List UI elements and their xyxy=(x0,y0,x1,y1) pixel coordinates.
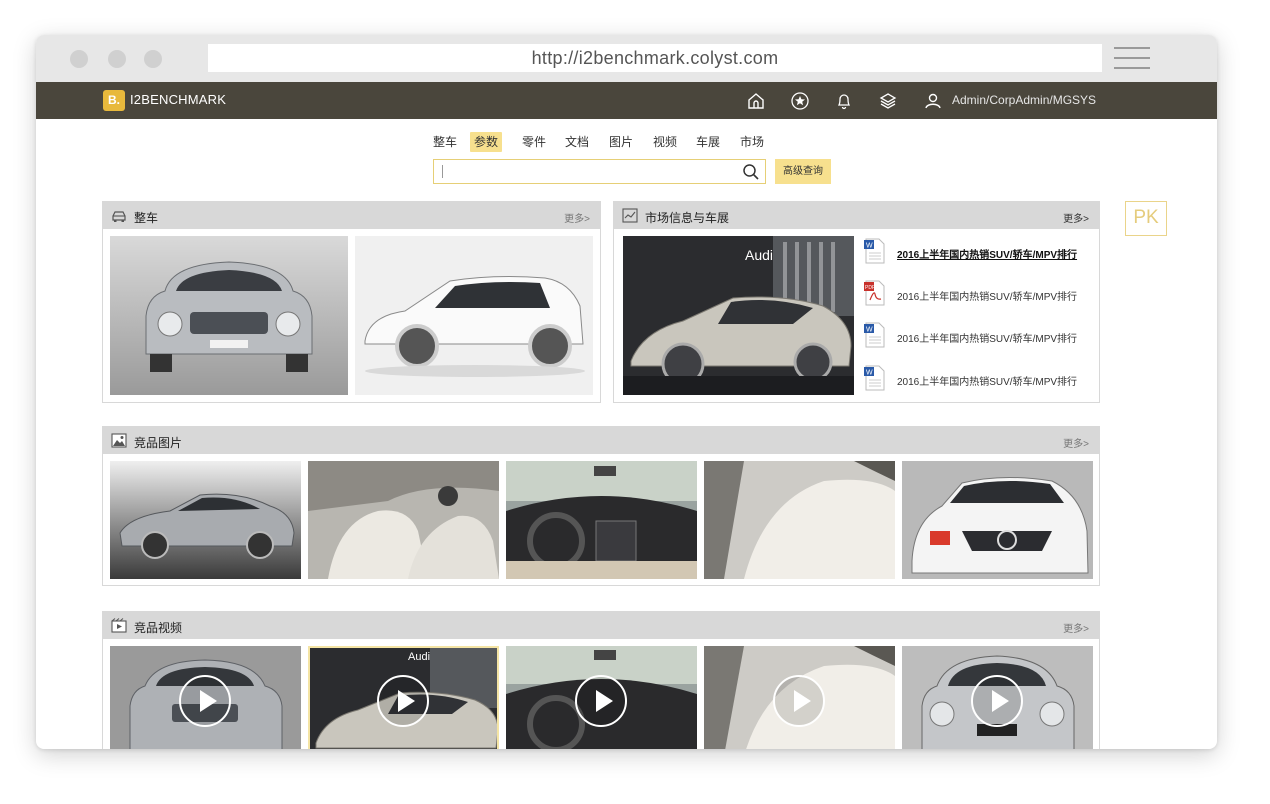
video-thumbnail[interactable] xyxy=(110,646,301,749)
window-close-button[interactable] xyxy=(70,50,88,68)
word-doc-icon: W xyxy=(864,322,885,348)
more-link[interactable]: 更多> xyxy=(564,210,590,225)
svg-text:W: W xyxy=(866,327,873,334)
svg-text:W: W xyxy=(866,370,873,377)
word-doc-icon: W xyxy=(864,238,885,264)
window-minimize-button[interactable] xyxy=(108,50,126,68)
tab-vehicle[interactable]: 整车 xyxy=(429,132,461,152)
tab-parts[interactable]: 零件 xyxy=(518,132,550,152)
play-icon[interactable] xyxy=(377,675,429,727)
video-icon xyxy=(111,618,127,633)
search-input[interactable] xyxy=(433,159,766,184)
video-thumbnail[interactable] xyxy=(506,646,697,749)
more-link[interactable]: 更多> xyxy=(1063,435,1089,450)
auto-show-thumbnail[interactable]: Audi xyxy=(623,236,854,395)
tab-parameters[interactable]: 参数 xyxy=(470,132,503,152)
panel-header: 竞品视频 更多> xyxy=(103,612,1099,639)
image-icon xyxy=(111,433,127,448)
panel-header: 整车 更多> xyxy=(103,202,600,229)
user-icon[interactable] xyxy=(923,91,943,111)
competitor-videos-panel: 竞品视频 更多> Audi xyxy=(102,611,1100,749)
panel-header: 市场信息与车展 更多> xyxy=(614,202,1099,229)
vehicle-thumbnail[interactable] xyxy=(110,236,348,395)
doc-title[interactable]: 2016上半年国内热销SUV/轿车/MPV排行 xyxy=(897,246,1077,261)
window-maximize-button[interactable] xyxy=(144,50,162,68)
search-icon[interactable] xyxy=(742,163,760,181)
play-icon[interactable] xyxy=(971,675,1023,727)
trend-chart-icon xyxy=(622,208,638,223)
doc-title[interactable]: 2016上半年国内热销SUV/轿车/MPV排行 xyxy=(897,330,1077,345)
play-icon[interactable] xyxy=(179,675,231,727)
car-icon xyxy=(112,211,126,222)
tab-videos[interactable]: 视频 xyxy=(649,132,681,152)
section-title: 整车 xyxy=(134,211,159,225)
home-icon[interactable] xyxy=(746,91,766,111)
doc-title[interactable]: 2016上半年国内热销SUV/轿车/MPV排行 xyxy=(897,373,1077,388)
browser-window: http://i2benchmark.colyst.com B. I2BENCH… xyxy=(36,35,1217,749)
image-thumbnail[interactable] xyxy=(704,461,895,579)
tab-market[interactable]: 市场 xyxy=(736,132,768,152)
pk-compare-button[interactable]: PK xyxy=(1125,201,1167,236)
play-icon[interactable] xyxy=(773,675,825,727)
logo-icon[interactable]: B. xyxy=(103,90,125,111)
pdf-doc-icon: PDF xyxy=(864,280,885,306)
section-title: 竞品视频 xyxy=(134,621,183,635)
advanced-search-button[interactable]: 高级查询 xyxy=(775,159,831,184)
vehicles-panel: 整车 更多> xyxy=(102,201,601,403)
app-header: B. I2BENCHMARK Admin/CorpAdmin/MGSYS xyxy=(36,82,1217,119)
image-thumbnail[interactable] xyxy=(308,461,499,579)
tab-auto-shows[interactable]: 车展 xyxy=(692,132,724,152)
doc-title[interactable]: 2016上半年国内热销SUV/轿车/MPV排行 xyxy=(897,288,1077,303)
image-thumbnail[interactable] xyxy=(110,461,301,579)
more-link[interactable]: 更多> xyxy=(1063,210,1089,225)
layers-icon[interactable] xyxy=(878,91,898,111)
svg-text:Audi: Audi xyxy=(408,651,430,663)
address-bar[interactable]: http://i2benchmark.colyst.com xyxy=(208,44,1102,72)
image-thumbnail[interactable] xyxy=(902,461,1093,579)
svg-text:W: W xyxy=(866,243,873,250)
user-account[interactable]: Admin/CorpAdmin/MGSYS xyxy=(952,93,1096,107)
play-icon[interactable] xyxy=(575,675,627,727)
image-thumbnail[interactable] xyxy=(506,461,697,579)
competitor-images-panel: 竞品图片 更多> xyxy=(102,426,1100,586)
video-thumbnail[interactable] xyxy=(704,646,895,749)
panel-header: 竞品图片 更多> xyxy=(103,427,1099,454)
brand-name[interactable]: I2BENCHMARK xyxy=(130,92,226,107)
section-title: 市场信息与车展 xyxy=(645,211,730,225)
tab-images[interactable]: 图片 xyxy=(605,132,637,152)
more-link[interactable]: 更多> xyxy=(1063,620,1089,635)
svg-text:PDF: PDF xyxy=(865,285,875,291)
market-panel: 市场信息与车展 更多> Audi W 2016上半年国内热销SUV/轿车/MPV… xyxy=(613,201,1100,403)
video-thumbnail[interactable]: Audi xyxy=(308,646,499,749)
vehicle-thumbnail[interactable] xyxy=(355,236,593,395)
star-icon[interactable] xyxy=(790,91,810,111)
audi-sign: Audi xyxy=(745,247,773,263)
section-title: 竞品图片 xyxy=(134,436,183,450)
bell-icon[interactable] xyxy=(834,91,854,111)
word-doc-icon: W xyxy=(864,365,885,391)
video-thumbnail[interactable] xyxy=(902,646,1093,749)
browser-menu-icon[interactable] xyxy=(1114,47,1150,71)
tab-documents[interactable]: 文档 xyxy=(561,132,593,152)
text-caret xyxy=(442,165,443,178)
browser-toolbar: http://i2benchmark.colyst.com xyxy=(36,35,1217,82)
